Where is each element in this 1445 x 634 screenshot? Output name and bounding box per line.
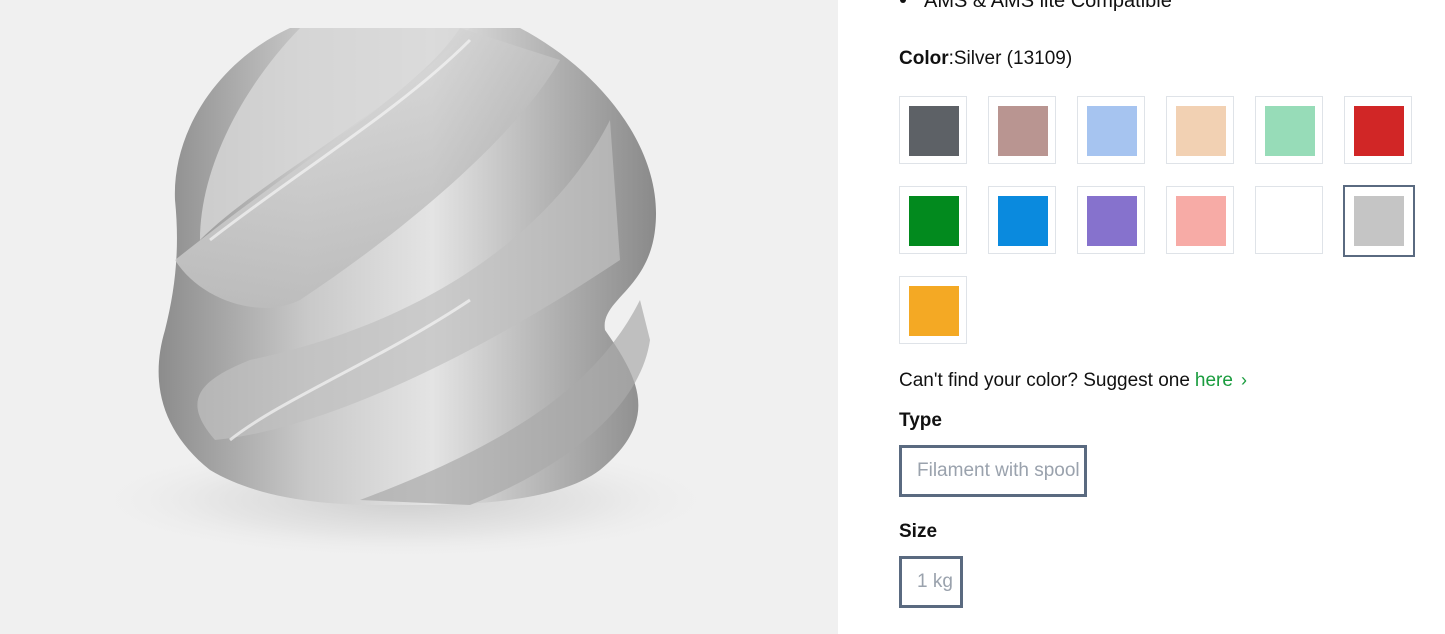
- type-label: Type: [899, 410, 942, 431]
- color-label: Color:Silver (13109): [899, 48, 1072, 70]
- color-swatch-chip: [1087, 196, 1137, 246]
- color-swatch[interactable]: [1166, 186, 1234, 254]
- type-option-button[interactable]: Filament with spool: [899, 445, 1087, 497]
- color-swatch-grid: [899, 96, 1419, 348]
- color-swatch[interactable]: [899, 276, 967, 344]
- color-label-key: Color: [899, 48, 949, 69]
- product-image-area: [0, 0, 838, 634]
- size-option-button[interactable]: 1 kg: [899, 556, 963, 608]
- color-swatch-chip: [1265, 196, 1315, 246]
- color-swatch-chip: [1176, 196, 1226, 246]
- color-swatch[interactable]: [1077, 186, 1145, 254]
- color-swatch-chip: [1265, 106, 1315, 156]
- color-swatch-chip: [1087, 106, 1137, 156]
- feature-bullet-text: AMS & AMS lite Compatible: [924, 0, 1172, 12]
- color-swatch-chip: [1354, 196, 1404, 246]
- color-swatch[interactable]: [1344, 96, 1412, 164]
- suggest-text: Can't find your color? Suggest one: [899, 370, 1190, 391]
- color-swatch[interactable]: [1343, 185, 1415, 257]
- color-swatch-chip: [909, 286, 959, 336]
- color-swatch[interactable]: [1077, 96, 1145, 164]
- color-swatch[interactable]: [899, 186, 967, 254]
- suggest-color: Can't find your color? Suggest one here ›: [899, 370, 1247, 392]
- color-swatch[interactable]: [899, 96, 967, 164]
- product-image: [85, 28, 725, 560]
- color-swatch-chip: [998, 196, 1048, 246]
- color-swatch-chip: [1354, 106, 1404, 156]
- product-options-panel: AMS & AMS lite Compatible Color:Silver (…: [838, 0, 1445, 634]
- color-swatch-chip: [909, 106, 959, 156]
- color-swatch[interactable]: [988, 186, 1056, 254]
- color-swatch[interactable]: [1166, 96, 1234, 164]
- suggest-link[interactable]: here: [1195, 370, 1233, 391]
- color-swatch[interactable]: [988, 96, 1056, 164]
- bullet-dot-icon: [900, 0, 906, 3]
- size-label: Size: [899, 521, 938, 542]
- color-swatch-chip: [998, 106, 1048, 156]
- color-swatch-chip: [1176, 106, 1226, 156]
- feature-bullet: AMS & AMS lite Compatible: [900, 0, 1172, 13]
- color-swatch[interactable]: [1255, 96, 1323, 164]
- color-selected-value: :Silver (13109): [948, 48, 1073, 69]
- color-swatch-chip: [909, 196, 959, 246]
- color-swatch[interactable]: [1255, 186, 1323, 254]
- chevron-right-icon[interactable]: ›: [1241, 370, 1247, 391]
